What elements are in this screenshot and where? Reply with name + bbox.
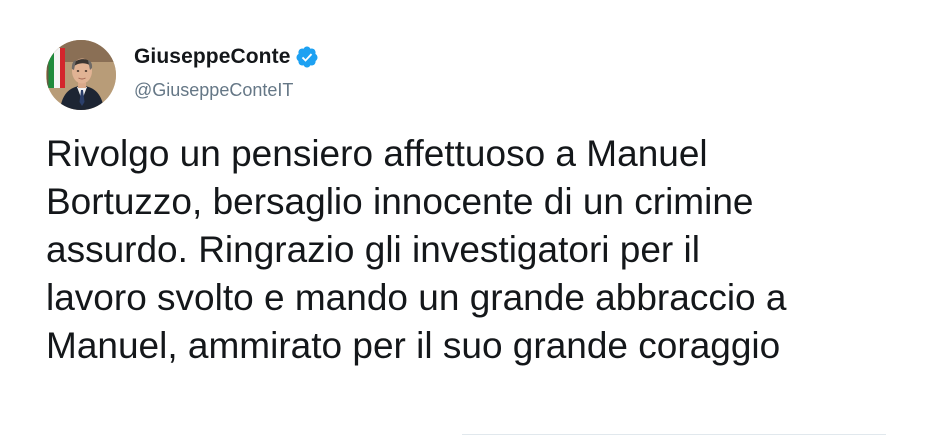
tweet-card: GiuseppeConte @GiuseppeConteIT Rivolgo u… bbox=[0, 0, 929, 437]
divider bbox=[462, 434, 886, 435]
author-name-row: GiuseppeConte bbox=[134, 44, 319, 70]
tweet-text-line: Bortuzzo, bersaglio innocente di un crim… bbox=[46, 181, 754, 222]
tweet-text: Rivolgo un pensiero affettuoso a Manuel … bbox=[46, 130, 906, 370]
tweet-text-line: Manuel, ammirato per il suo grande corag… bbox=[46, 325, 781, 366]
tweet-text-line: Rivolgo un pensiero affettuoso a Manuel bbox=[46, 133, 708, 174]
author-avatar[interactable] bbox=[46, 40, 116, 110]
author-handle[interactable]: @GiuseppeConteIT bbox=[134, 80, 293, 101]
tweet-text-line: lavoro svolto e mando un grande abbracci… bbox=[46, 277, 787, 318]
verified-badge-icon bbox=[295, 45, 319, 69]
avatar-photo-icon bbox=[46, 40, 116, 110]
author-display-name[interactable]: GiuseppeConte bbox=[134, 45, 290, 69]
tweet-text-line: assurdo. Ringrazio gli investigatori per… bbox=[46, 229, 700, 270]
